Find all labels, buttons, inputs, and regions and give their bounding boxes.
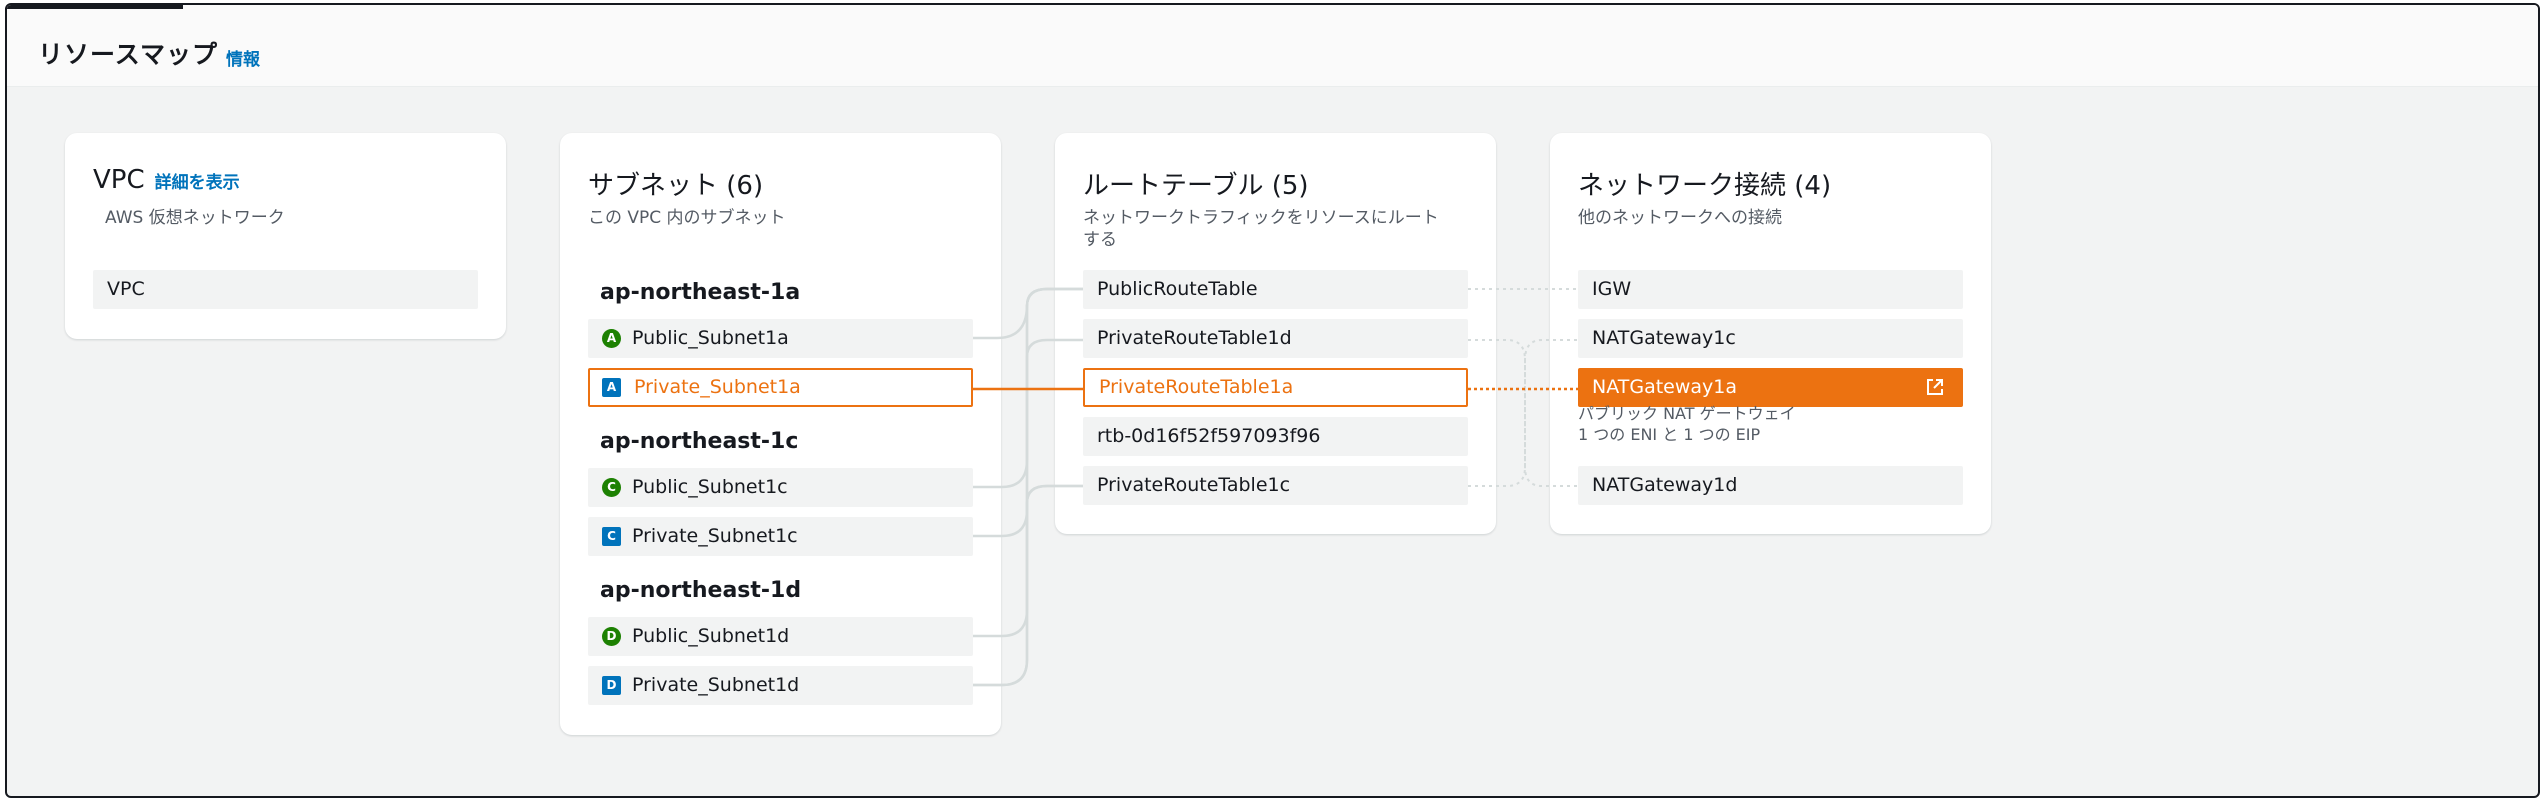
connector-nat1c [1468, 339, 1578, 487]
resource-map-panel: リソースマップ 情報 VPC 詳細を表示 AWS 仮想ネットワーク VPC サブネ… [5, 3, 2540, 798]
connector-nat1d [1468, 339, 1578, 487]
route-connection-connectors [1468, 288, 1578, 487]
connector-lines [973, 287, 1578, 687]
connector-private1d-rt [973, 338, 1083, 687]
subnet-route-connectors [973, 287, 1083, 687]
